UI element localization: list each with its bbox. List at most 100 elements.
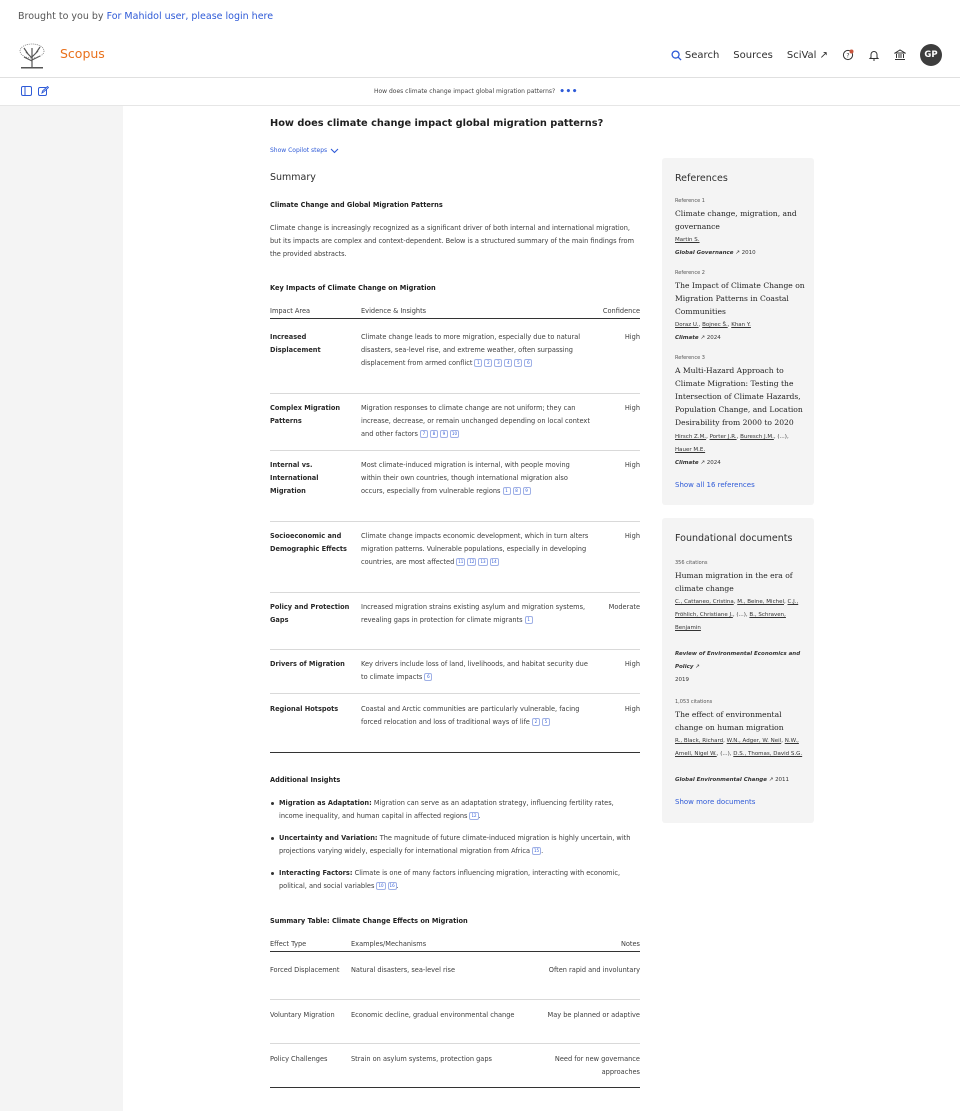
show-steps-label: Show Copilot steps [270,147,328,154]
scopus-brand[interactable]: Scopus [60,46,105,61]
reference-title-link[interactable]: A Multi-Hazard Approach to Climate Migra… [675,364,805,429]
section-heading: Key Impacts of Climate Change on Migrati… [270,284,436,292]
citation-link[interactable]: 9 [522,487,531,495]
journal-link[interactable]: Climate [675,460,699,466]
citation-link[interactable]: 5 [514,359,523,367]
reference-title-link[interactable]: The Impact of Climate Change on Migratio… [675,279,805,318]
search-nav[interactable]: Search [671,50,719,61]
citation-link[interactable]: 8 [429,430,438,438]
institution-icon [894,49,906,60]
impact-area: Regional Hotspots [270,705,339,713]
show-all-references-link[interactable]: Show all 16 references [675,481,755,489]
journal-link[interactable]: Review of Environmental Economics and Po… [675,651,800,670]
citation-link[interactable]: 11 [456,558,466,566]
author-link[interactable]: W.N., Adger, W. Neil [727,738,782,744]
foundational-documents-panel: Foundational documents 356 citations Hum… [662,518,814,823]
citation-link[interactable]: 7 [419,430,428,438]
table-row: Socioeconomic and Demographic Effects Cl… [270,522,640,593]
citation-link[interactable]: 1 [474,359,483,367]
more-options-button[interactable]: ••• [559,87,578,97]
impact-area: Complex Migration Patterns [270,404,341,425]
citation-link[interactable]: 1 [524,616,533,624]
author-link[interactable]: M., Beine, Michel [737,599,784,605]
citation-link[interactable]: 6 [424,673,433,681]
author-link[interactable]: D.S., Thomas, David S.G. [733,751,802,757]
column-header: Examples/Mechanisms [351,940,427,948]
citation-link[interactable]: 8 [512,487,521,495]
citation-link[interactable]: 12 [469,812,479,820]
citation-link[interactable]: 12 [467,558,477,566]
citation-link[interactable]: 14 [489,558,499,566]
author-ellipsis[interactable]: (...) [720,751,730,757]
avatar[interactable]: GP [920,44,942,66]
impact-area: Socioeconomic and Demographic Effects [270,532,347,553]
impact-area: Increased Displacement [270,333,321,354]
evidence-text: Key drivers include loss of land, liveli… [361,660,588,681]
author-link[interactable]: R., Black, Richard [675,738,723,744]
evidence-cell: Climate change impacts economic developm… [361,530,591,569]
author-link[interactable]: Hirsch Z.M. [675,434,706,440]
citation-link[interactable]: 16 [387,882,397,890]
evidence-text: Most climate-induced migration is intern… [361,461,570,495]
document-title-link[interactable]: The effect of environmental change on hu… [675,708,805,734]
journal-link[interactable]: Climate [675,335,699,341]
document-title-link[interactable]: Human migration in the era of climate ch… [675,569,805,595]
author-ellipsis[interactable]: (...) [736,612,746,618]
notifications-button[interactable] [868,49,880,61]
show-copilot-steps-button[interactable]: Show Copilot steps [270,147,339,154]
citation-link[interactable]: 15 [532,847,542,855]
table-row: Policy Challenges Strain on asylum syste… [270,1044,640,1088]
elsevier-logo-icon[interactable] [17,42,47,70]
author-link[interactable]: Hauer M.E. [675,447,705,453]
citation-count: 1,053 citations [675,699,713,705]
notes-cell: May be planned or adaptive [547,1011,641,1019]
citation-link[interactable]: 10 [449,430,460,438]
author-link[interactable]: Doraz U. [675,322,699,328]
author-link[interactable]: Bojnec Š. [702,322,728,328]
citation-link[interactable]: 2 [484,359,493,367]
citation-link[interactable]: 10 [376,882,386,890]
chevron-down-icon [330,148,339,153]
reference-authors: Doraz U., Bojnec Š., Khan Y. [675,322,751,328]
sources-nav[interactable]: Sources [733,50,773,61]
search-label: Search [684,49,720,61]
institution-button[interactable] [894,49,906,61]
show-more-documents-link[interactable]: Show more documents [675,798,755,806]
confidence-cell: High [624,660,640,668]
citation-link[interactable]: 1 [502,487,511,495]
citation-link[interactable]: 2 [531,718,540,726]
svg-text:?: ? [846,52,849,59]
author-link[interactable]: Buresch J.M. [740,434,774,440]
reference-title-link[interactable]: Climate change, migration, and governanc… [675,207,805,233]
search-icon [671,49,682,61]
table-row: Complex Migration Patterns Migration res… [270,394,640,451]
author-link[interactable]: C., Cattaneo, Cristina [675,599,734,605]
citation-link[interactable]: 9 [439,430,448,438]
citation-link[interactable]: 4 [504,359,513,367]
author-link[interactable]: Khan Y. [731,322,751,328]
reference-label: Reference 3 [675,355,705,361]
citation-link[interactable]: 3 [494,359,503,367]
examples-cell: Economic decline, gradual environmental … [351,1011,515,1019]
journal-link[interactable]: Global Environmental Change [675,777,767,783]
help-button[interactable]: ? [842,49,854,61]
list-item: Migration as Adaptation: Migration can s… [270,797,640,823]
citation-link[interactable]: 6 [524,359,533,367]
help-icon: ? [842,49,854,61]
foundational-title: Foundational documents [675,533,793,544]
left-sidebar [0,106,123,1111]
login-link[interactable]: For Mahidol user, please login here [107,11,274,22]
section-heading: Summary Table: Climate Change Effects on… [270,917,468,925]
citation-link[interactable]: 5 [541,718,550,726]
table-row: Increased Displacement Climate change le… [270,327,640,394]
author-ellipsis[interactable]: (...) [777,434,787,440]
sponsor-line: Brought to you by For Mahidol user, plea… [18,11,273,22]
scival-nav[interactable]: SciVal ↗ [787,50,828,61]
author-link[interactable]: Martin S. [675,237,700,243]
author-link[interactable]: Porter J.R. [710,434,737,440]
evidence-text: Climate change leads to more migration, … [361,333,581,367]
citation-link[interactable]: 13 [478,558,488,566]
reference-label: Reference 1 [675,198,705,204]
journal-link[interactable]: Global Governance [675,250,733,256]
evidence-cell: Migration responses to climate change ar… [361,402,591,441]
